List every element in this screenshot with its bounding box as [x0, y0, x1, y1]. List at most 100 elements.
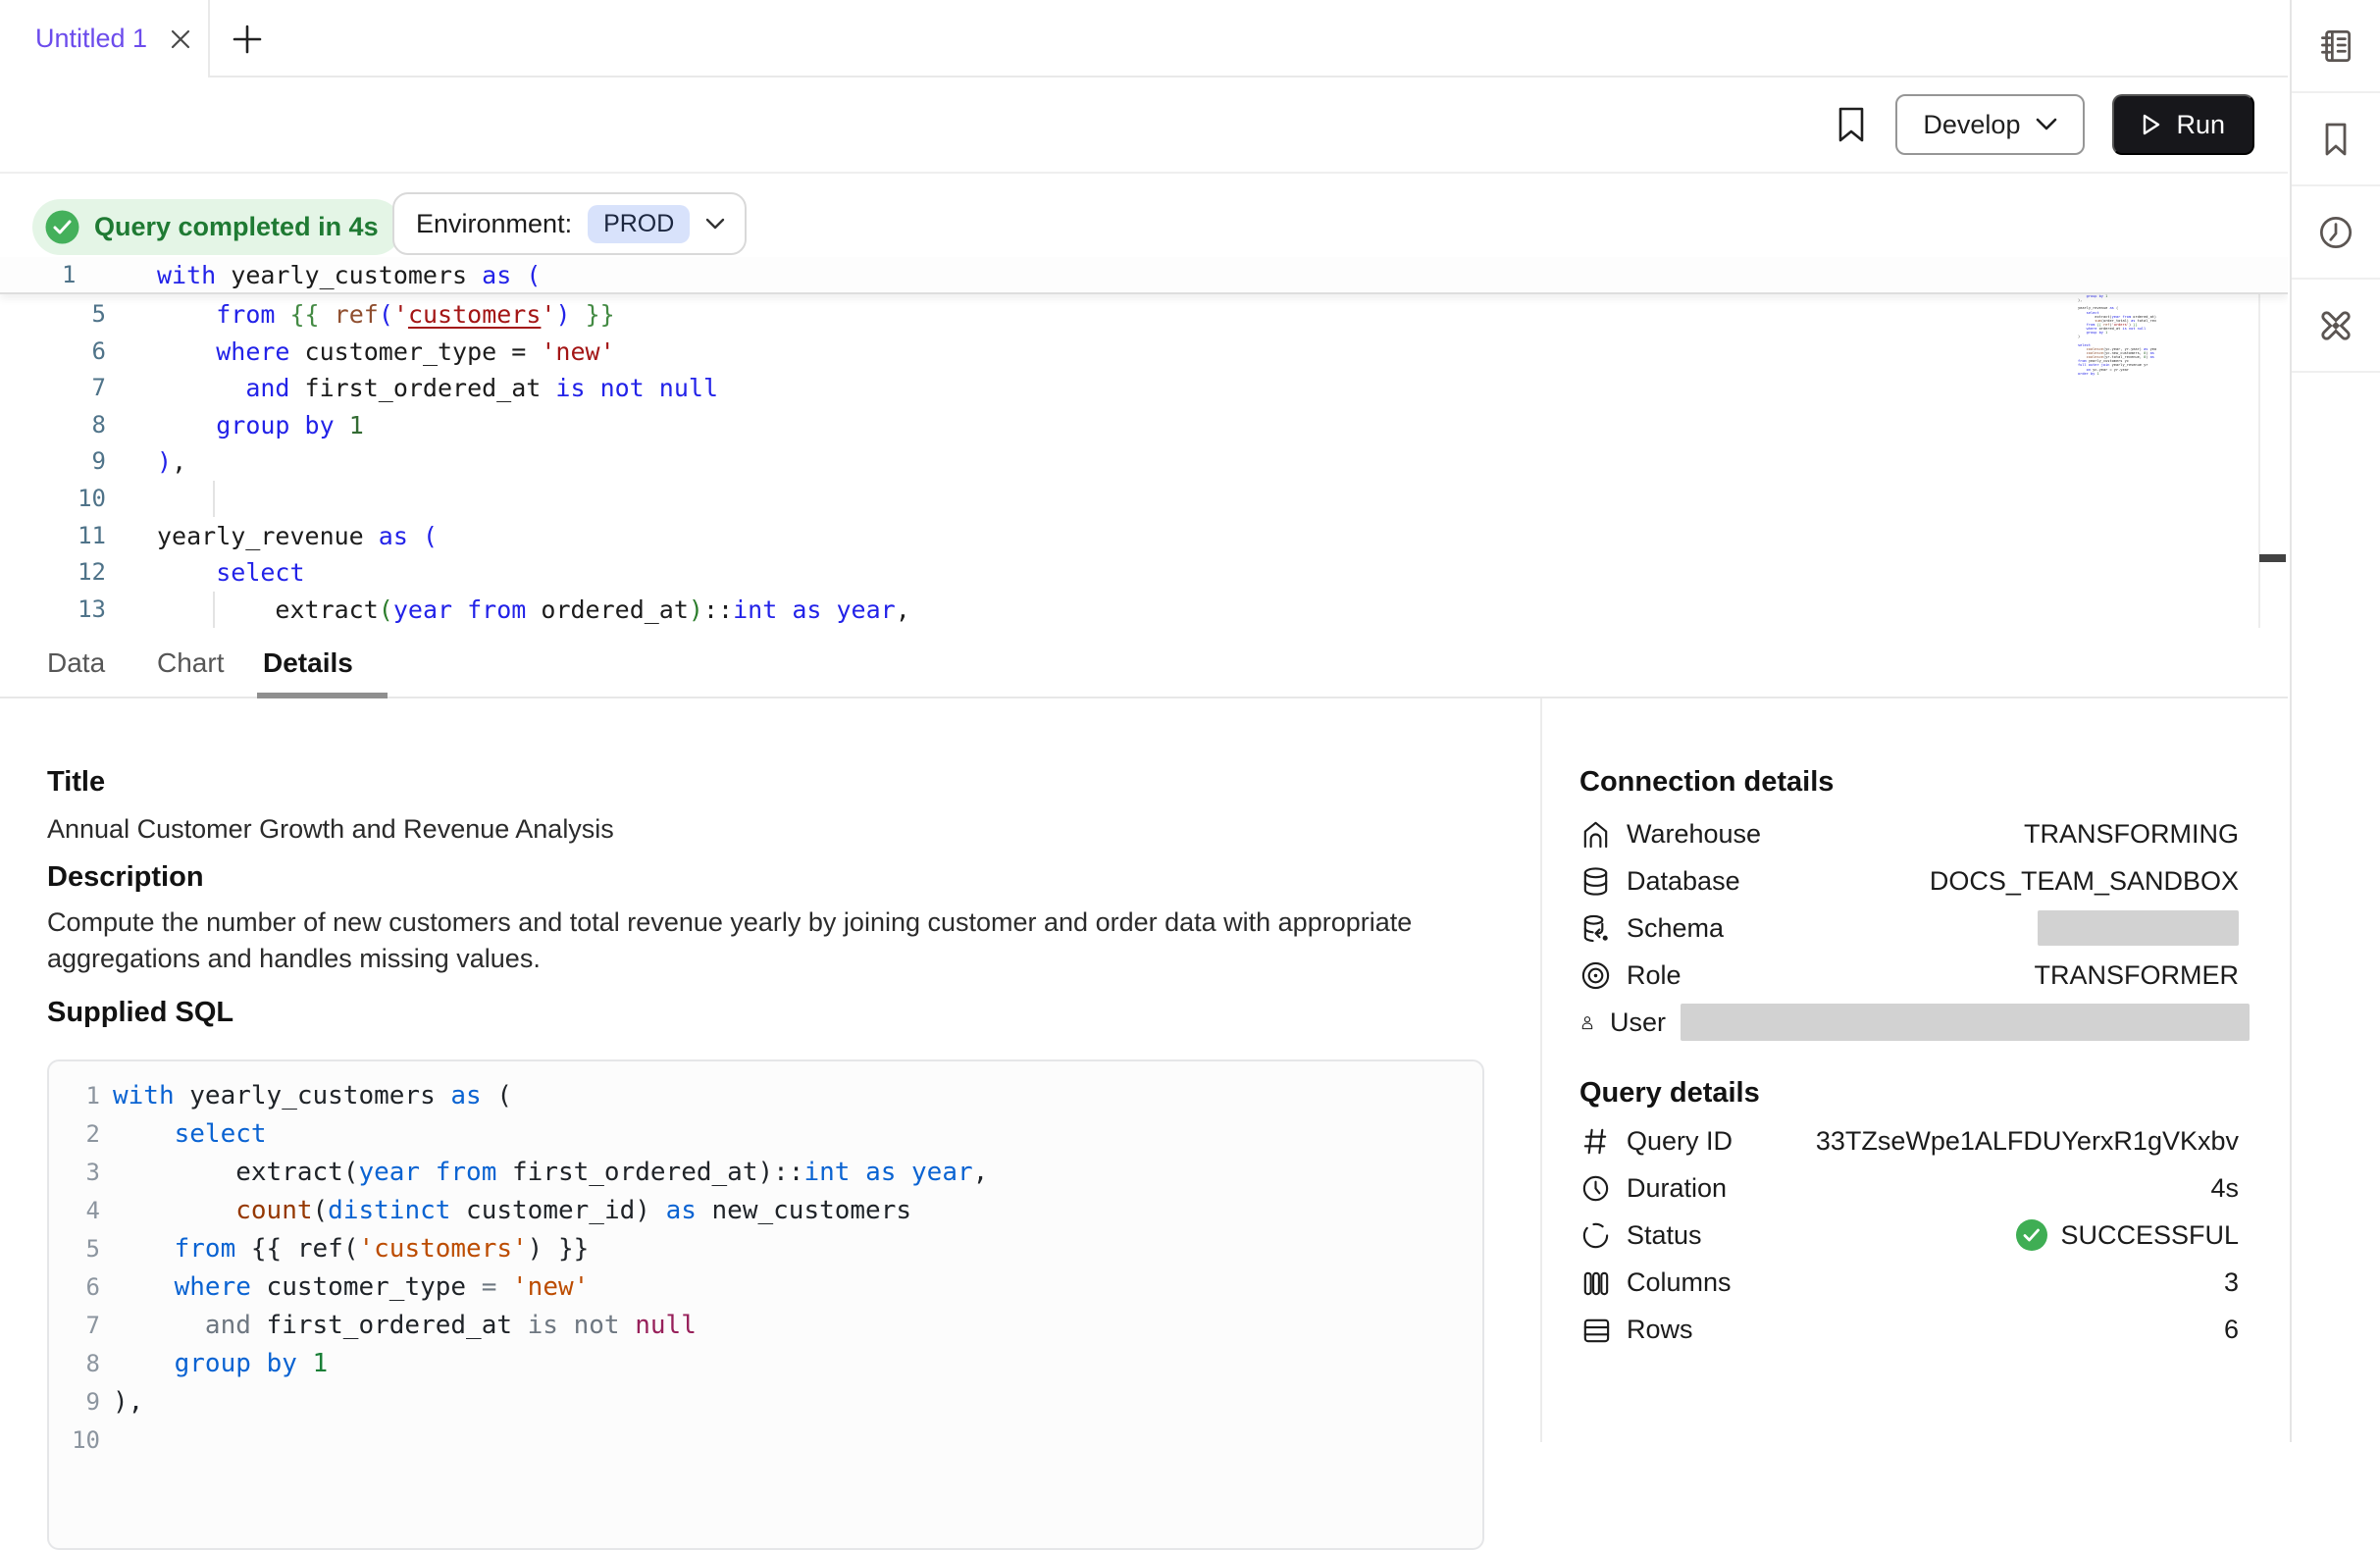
code-line: 9),	[49, 1383, 1482, 1421]
run-button[interactable]: Run	[2112, 94, 2254, 155]
clock-icon[interactable]	[2292, 186, 2380, 280]
bookmark-icon[interactable]	[1835, 104, 1868, 145]
success-check-icon	[2015, 1218, 2048, 1252]
detail-value: 6	[2224, 1315, 2239, 1345]
detail-row-rows: Rows 6	[1579, 1310, 2239, 1349]
environment-selector[interactable]: Environment: PROD	[392, 192, 747, 255]
indent-guide	[213, 592, 215, 628]
sticky-line: 1with yearly_customers as (	[0, 257, 2288, 294]
notebook-icon[interactable]	[2292, 0, 2380, 93]
detail-label: User	[1610, 1008, 1666, 1038]
redacted-value	[2038, 910, 2239, 946]
rows-icon	[1579, 1314, 1612, 1346]
title-heading: Title	[47, 766, 105, 799]
detail-value	[2038, 910, 2239, 946]
code-line: 3 extract(year from first_ordered_at)::i…	[49, 1154, 1482, 1192]
details-divider	[1540, 698, 1542, 1442]
columns-icon	[1579, 1266, 1612, 1299]
warehouse-icon	[1579, 818, 1612, 851]
supplied-sql-box: 1with yearly_customers as (2 select3 ext…	[47, 1059, 1484, 1550]
environment-badge: PROD	[588, 205, 690, 243]
role-icon	[1579, 959, 1612, 992]
tab-bar: Untitled 1	[0, 0, 2288, 78]
code-line: 5 from {{ ref('customers') }}	[49, 1230, 1482, 1268]
check-circle-icon	[44, 209, 80, 245]
develop-label: Develop	[1923, 110, 2020, 140]
detail-label: Duration	[1627, 1173, 1727, 1204]
detail-label: Warehouse	[1627, 819, 1761, 850]
chevron-down-icon	[705, 218, 725, 231]
code-line: 1with yearly_customers as (	[49, 1077, 1482, 1115]
code-line: 10	[0, 481, 2158, 518]
code-line: 5 from {{ ref('customers') }}	[0, 296, 2158, 334]
tab-chart[interactable]: Chart	[157, 628, 224, 698]
new-tab-button[interactable]	[228, 20, 267, 59]
tab-untitled-1[interactable]: Untitled 1	[0, 0, 210, 78]
redacted-value	[1681, 1004, 2250, 1041]
develop-dropdown[interactable]: Develop	[1895, 94, 2085, 155]
editor-lines: 5 from {{ ref('customers') }}6 where cus…	[0, 296, 2158, 628]
description-heading: Description	[47, 861, 204, 894]
play-icon	[2142, 114, 2161, 135]
tab-label: Untitled 1	[35, 24, 147, 54]
chevron-down-icon	[2036, 118, 2057, 131]
code-line: 6 where customer_type = 'new'	[0, 334, 2158, 371]
bookmark-icon[interactable]	[2292, 93, 2380, 186]
code-line: order by 1	[2027, 372, 2156, 376]
detail-label: Rows	[1627, 1315, 1693, 1345]
code-line: 9),	[0, 443, 2158, 481]
detail-label: Role	[1627, 960, 1682, 991]
clock-icon	[1579, 1172, 1612, 1205]
code-line: 11yearly_revenue as (	[0, 518, 2158, 555]
detail-value: SUCCESSFUL	[2015, 1218, 2239, 1252]
detail-value: 3	[2224, 1267, 2239, 1298]
database-icon	[1579, 865, 1612, 898]
detail-row-columns: Columns 3	[1579, 1263, 2239, 1302]
query-details-heading: Query details	[1579, 1077, 1760, 1110]
run-label: Run	[2176, 110, 2225, 140]
environment-label: Environment:	[416, 209, 572, 239]
description-text: Compute the number of new customers and …	[47, 904, 1475, 977]
query-status-pill: Query completed in 4s	[32, 199, 402, 255]
detail-row-query-id: Query ID 33TZseWpe1ALFDUYerxR1gVKxbv	[1579, 1121, 2239, 1161]
detail-label: Schema	[1627, 913, 1724, 944]
detail-label: Status	[1627, 1220, 1702, 1251]
detail-value: 4s	[2210, 1173, 2239, 1204]
code-line: 13 extract(year from ordered_at)::int as…	[0, 592, 2158, 628]
right-sidebar	[2290, 0, 2380, 1442]
active-tab-underline	[257, 693, 388, 698]
detail-label: Database	[1627, 866, 1740, 897]
detail-row-status: Status SUCCESSFUL	[1579, 1215, 2239, 1255]
detail-row-schema: Schema	[1579, 908, 2239, 948]
detail-value: 33TZseWpe1ALFDUYerxR1gVKxbv	[1816, 1126, 2239, 1157]
close-icon[interactable]	[167, 26, 194, 53]
detail-label: Query ID	[1627, 1126, 1733, 1157]
detail-row-role: Role TRANSFORMER	[1579, 956, 2239, 995]
hash-icon	[1579, 1125, 1612, 1158]
detail-value	[1681, 1004, 2250, 1041]
title-text: Annual Customer Growth and Revenue Analy…	[47, 811, 614, 848]
code-line: 12 select	[0, 554, 2158, 592]
detail-label: Columns	[1627, 1267, 1732, 1298]
supplied-sql-heading: Supplied SQL	[47, 997, 233, 1029]
tab-details[interactable]: Details	[263, 628, 353, 698]
code-line: 8 group by 1	[49, 1345, 1482, 1383]
dbt-logo-icon[interactable]	[2292, 280, 2380, 373]
detail-value: TRANSFORMING	[2024, 819, 2239, 850]
code-line: 7 and first_ordered_at is not null	[0, 370, 2158, 407]
toolbar: Develop Run	[0, 78, 2288, 174]
editor-scrollbar-thumb[interactable]	[2259, 554, 2286, 562]
detail-row-duration: Duration 4s	[1579, 1168, 2239, 1208]
user-icon	[1579, 1007, 1595, 1039]
sql-editor[interactable]: 1with yearly_customers as ( 5 from {{ re…	[0, 257, 2288, 628]
indent-guide	[213, 481, 215, 517]
editor-scrollbar-track	[2258, 257, 2260, 628]
results-tab-bar: Data Chart Details	[0, 628, 2288, 698]
code-line: 2 select	[49, 1115, 1482, 1154]
code-line: 7 and first_ordered_at is not null	[49, 1307, 1482, 1345]
code-line: 10	[49, 1421, 1482, 1460]
tab-data[interactable]: Data	[47, 628, 105, 698]
code-line: 8 group by 1	[0, 407, 2158, 444]
detail-value: DOCS_TEAM_SANDBOX	[1930, 866, 2239, 897]
detail-value: TRANSFORMER	[2035, 960, 2240, 991]
